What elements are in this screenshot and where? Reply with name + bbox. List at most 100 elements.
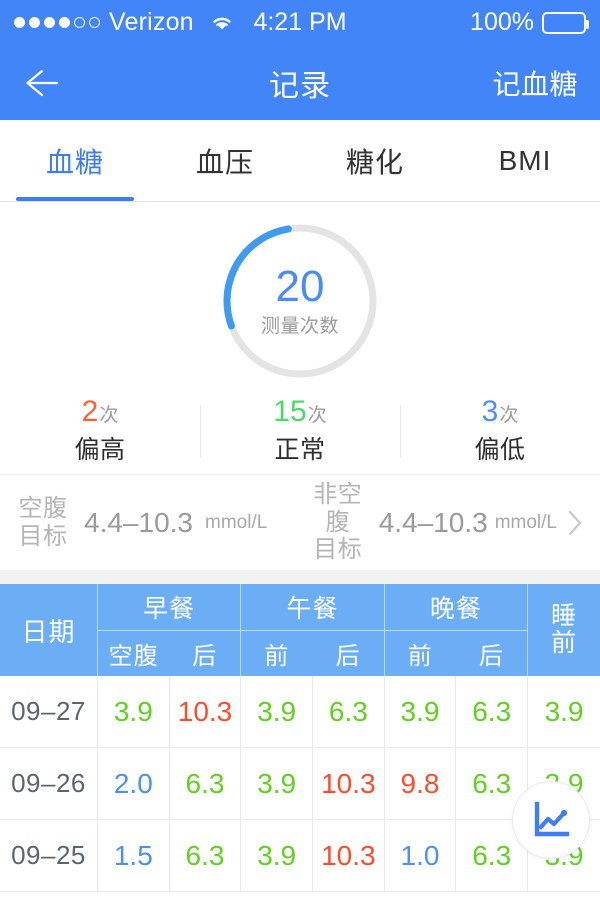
- fasting-target-unit: mmol/L: [205, 511, 268, 533]
- table-row[interactable]: 09–262.06.33.910.39.86.33.9: [0, 748, 600, 820]
- stat-low: 3 次 偏低: [400, 394, 600, 466]
- cell-date: 09–26: [11, 768, 86, 798]
- cell-reading: 1.0: [383, 820, 456, 891]
- status-bar-right: 100%: [470, 8, 589, 37]
- tab-label: 糖化: [345, 146, 404, 178]
- column-group-dinner: 晚餐 前 后: [383, 584, 527, 676]
- column-group-breakfast: 早餐 空腹 后: [97, 584, 241, 676]
- wifi-icon: [209, 13, 235, 32]
- stat-high: 2 次 偏高: [0, 394, 200, 466]
- column-header-bedtime-line2: 前: [550, 629, 577, 657]
- tab-blood-pressure[interactable]: 血压: [150, 120, 300, 201]
- tab-label: BMI: [498, 144, 552, 176]
- back-button[interactable]: [22, 60, 68, 106]
- cell-reading: 2.0: [97, 748, 169, 819]
- measurement-count-value: 20: [275, 261, 325, 311]
- column-subheader: 后: [478, 642, 504, 670]
- signal-strength-icon: [14, 17, 100, 28]
- stat-name: 偏高: [74, 435, 126, 464]
- app-screen: Verizon 4:21 PM 100% 记录 记血糖 血糖 血压 糖化 BMI…: [0, 0, 600, 900]
- section-divider: [0, 570, 600, 584]
- measurement-count-ring: 20 测量次数: [219, 220, 381, 382]
- cell-reading: 3.9: [240, 676, 312, 747]
- tab-hba1c[interactable]: 糖化: [300, 120, 450, 201]
- column-subheader: 前: [407, 642, 433, 670]
- stat-count: 2: [81, 394, 99, 428]
- chart-view-button[interactable]: [512, 781, 590, 859]
- cell-reading: 3.9: [240, 748, 312, 819]
- cell-reading: 6.3: [168, 748, 241, 819]
- cell-date: 09–27: [11, 696, 86, 726]
- battery-percent-label: 100%: [470, 8, 534, 36]
- reading-stats: 2 次 偏高 15 次 正常 3 次 偏低: [0, 388, 600, 474]
- column-subheader: 后: [335, 642, 361, 670]
- fasting-target-value: 4.4–10.3: [84, 506, 193, 538]
- postprandial-target-label-line2: 目标: [313, 536, 363, 564]
- status-bar: Verizon 4:21 PM 100%: [0, 0, 600, 45]
- measurement-summary: 20 测量次数: [0, 202, 600, 388]
- column-group-title: 晚餐: [384, 584, 527, 631]
- stat-unit: 次: [99, 404, 119, 426]
- tab-bar: 血糖 血压 糖化 BMI: [0, 120, 600, 202]
- cell-reading: 9.8: [383, 748, 456, 819]
- table-body: 09–27 3.9 10.3 3.9 6.3 3.9 6.3 3.9 09–26 2.0 6.3 3.…: [0, 676, 600, 892]
- tab-label: 血糖: [45, 146, 104, 178]
- chevron-right-icon[interactable]: [566, 508, 584, 538]
- column-subheader: 后: [192, 642, 218, 670]
- cell-reading: 10.3: [312, 748, 384, 819]
- tab-bmi[interactable]: BMI: [450, 120, 600, 201]
- postprandial-target-label-line1: 非空腹: [313, 481, 363, 536]
- stat-normal: 15 次 正常: [200, 394, 400, 466]
- column-group-title: 早餐: [98, 584, 241, 631]
- column-subheader: 空腹: [108, 642, 159, 670]
- measurement-count-label: 测量次数: [260, 315, 339, 337]
- table-row[interactable]: 09–27 3.9 10.3 3.9 6.3 3.9 6.3 3.9: [0, 676, 600, 748]
- glucose-target-row[interactable]: 空腹 目标 4.4–10.3 mmol/L 非空腹 目标 4.4–10.3 mm…: [0, 474, 600, 570]
- stat-count: 15: [273, 394, 307, 428]
- cell-reading: 3.9: [240, 820, 312, 891]
- tab-label: 血压: [195, 146, 254, 178]
- stat-unit: 次: [499, 404, 519, 426]
- navigation-bar: 记录 记血糖: [0, 45, 600, 120]
- battery-icon: [542, 11, 589, 34]
- postprandial-target-value: 4.4–10.3: [378, 506, 488, 538]
- column-header-date: 日期: [21, 616, 76, 647]
- cell-reading: 10.3: [168, 676, 241, 747]
- table-row[interactable]: 09–251.56.33.910.31.06.33.9: [0, 820, 600, 892]
- cell-date: 09–25: [11, 840, 86, 870]
- cell-reading: 3.9: [383, 676, 456, 747]
- cell-reading: 6.3: [312, 676, 384, 747]
- column-group-lunch: 午餐 前 后: [240, 584, 384, 676]
- fasting-target: 空腹 目标 4.4–10.3 mmol/L: [14, 495, 268, 550]
- cell-reading: 6.3: [168, 820, 241, 891]
- column-group-title: 午餐: [241, 584, 384, 631]
- arrow-left-icon: [26, 69, 59, 96]
- record-glucose-button[interactable]: 记血糖: [492, 63, 578, 103]
- column-header-bedtime: 睡 前: [526, 584, 600, 676]
- column-header-bedtime-line1: 睡: [550, 601, 577, 630]
- fasting-target-label-line2: 目标: [18, 522, 68, 550]
- readings-table: 日期 早餐 空腹 后 午餐 前 后 晚餐 前 后 睡 前 09–27 3.9 1…: [0, 584, 600, 892]
- postprandial-target: 非空腹 目标 4.4–10.3 mmol/L: [309, 481, 584, 564]
- cell-reading: 6.3: [455, 676, 527, 747]
- cell-reading: 3.9: [527, 676, 600, 747]
- cell-reading: 10.3: [312, 820, 384, 891]
- line-chart-icon: [534, 801, 570, 837]
- table-header: 日期 早餐 空腹 后 午餐 前 后 晚餐 前 后 睡 前: [0, 584, 600, 676]
- fasting-target-label: 空腹 目标: [14, 495, 72, 550]
- stat-name: 正常: [274, 435, 326, 464]
- postprandial-target-label: 非空腹 目标: [309, 481, 367, 564]
- postprandial-target-unit: mmol/L: [494, 511, 557, 533]
- fasting-target-label-line1: 空腹: [18, 494, 68, 522]
- tab-blood-glucose[interactable]: 血糖: [0, 120, 150, 201]
- status-bar-left: Verizon: [14, 8, 235, 37]
- column-header-groups: 早餐 空腹 后 午餐 前 后 晚餐 前 后 睡 前: [97, 584, 600, 676]
- carrier-label: Verizon: [109, 8, 194, 36]
- stat-unit: 次: [307, 404, 327, 426]
- stat-count: 3: [481, 394, 499, 428]
- stat-name: 偏低: [474, 435, 526, 464]
- cell-reading: 3.9: [97, 676, 169, 747]
- row-cells: 3.9 10.3 3.9 6.3 3.9 6.3 3.9: [97, 676, 600, 747]
- column-subheader: 前: [264, 642, 290, 670]
- cell-reading: 1.5: [97, 820, 169, 891]
